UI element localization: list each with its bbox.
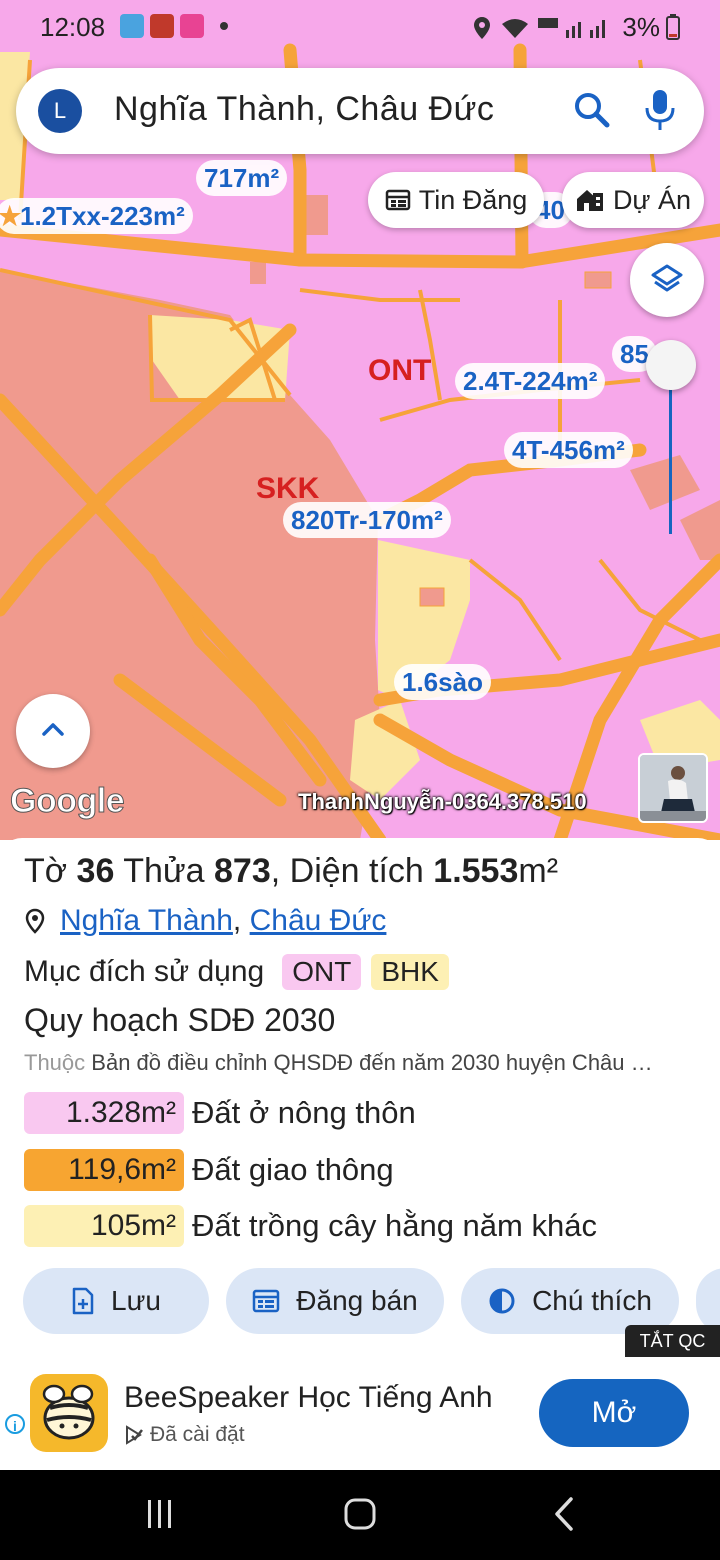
ad-app-name[interactable]: BeeSpeaker Học Tiếng Anh (124, 1381, 493, 1415)
map-view[interactable]: 12:08 3% L Nghĩa Thành, Châu Đức 717m² ★… (0, 0, 720, 840)
account-avatar[interactable]: L (38, 89, 82, 133)
projects-chip[interactable]: Dự Án (562, 172, 704, 228)
opacity-slider-handle[interactable] (646, 340, 696, 390)
layers-button[interactable] (630, 243, 704, 317)
layers-icon (651, 264, 683, 292)
battery-percent: 3% (622, 12, 660, 42)
watermark-text: ThanhNguyễn-0364.378.510 (298, 789, 587, 814)
building-icon (576, 190, 603, 211)
area-swatch: 119,6m² (24, 1149, 184, 1191)
parcel-label[interactable]: 2.4T-224m² (455, 363, 606, 399)
back-icon[interactable] (545, 1494, 585, 1534)
zone-label-skk: SKK (256, 472, 320, 505)
location-pin-icon (25, 908, 45, 934)
projects-chip-label: Dự Án (612, 184, 692, 215)
search-bar[interactable]: L Nghĩa Thành, Châu Đức (16, 68, 704, 154)
signal-icons (502, 18, 605, 38)
area-row: 105m² Đất trồng cây hằng năm khác (24, 1204, 597, 1248)
ad-banner[interactable]: i BeeSpeaker Học Tiếng Anh Đã cài đặt Mở (0, 1357, 720, 1470)
parcel-info-sheet: Tờ 36 Thửa 873, Diện tích 1.553m² Nghĩa … (0, 838, 720, 1358)
ad-open-button[interactable]: Mở (539, 1379, 689, 1447)
location-icon (474, 17, 490, 39)
expand-sheet-button[interactable] (16, 694, 90, 768)
save-button[interactable]: Lưu (23, 1268, 209, 1334)
zone-label-ont: ONT (368, 354, 432, 387)
status-bar: 12:08 3% (0, 0, 720, 52)
listings-chip-label: Tin Đăng (418, 184, 528, 215)
plot-number: 873 (214, 852, 271, 890)
more-notifications-dot-icon (220, 22, 228, 30)
installed-check-icon (126, 1425, 143, 1445)
contrast-icon (489, 1288, 515, 1314)
shopping-app-icon (180, 14, 204, 38)
bee-app-icon[interactable] (30, 1374, 108, 1452)
purpose-tag-bhk: BHK (371, 954, 449, 990)
plan-title: Quy hoạch SDĐ 2030 (24, 1002, 336, 1038)
sheet-number: 36 (76, 852, 115, 890)
news-app-icon (150, 14, 174, 38)
notification-icon (120, 14, 144, 38)
ad-installed-status: Đã cài đặt (124, 1423, 245, 1447)
area-swatch: 105m² (24, 1205, 184, 1247)
street-photo-thumbnail[interactable] (638, 753, 708, 823)
area-row: 1.328m² Đất ở nông thôn (24, 1091, 416, 1135)
add-document-icon (72, 1287, 94, 1315)
ad-info-icon[interactable]: i (5, 1414, 25, 1434)
parcel-label[interactable]: 1.6sào (394, 664, 491, 700)
area-row: 119,6m² Đất giao thông (24, 1148, 394, 1192)
area-swatch: 1.328m² (24, 1092, 184, 1134)
parcel-label[interactable]: ★ 1.2Txx-223m² (0, 198, 193, 234)
parcel-label[interactable]: 717m² (196, 160, 288, 196)
opacity-slider-track[interactable] (669, 370, 672, 534)
google-logo: Google (9, 782, 125, 821)
area-name: Đất trồng cây hằng năm khác (192, 1208, 597, 1243)
post-sale-button[interactable]: Đăng bán (226, 1268, 444, 1334)
microphone-icon[interactable] (644, 88, 676, 132)
chevron-up-icon (42, 723, 64, 736)
parcel-location: Nghĩa Thành, Châu Đức (24, 904, 386, 938)
listing-icon (253, 1289, 280, 1313)
search-icon[interactable] (572, 90, 612, 130)
star-icon: ★ (0, 201, 22, 231)
parcel-title: Tờ 36 Thửa 873, Diện tích 1.553m² (24, 852, 559, 890)
parcel-label[interactable]: 820Tr-170m² (283, 502, 451, 538)
listings-chip[interactable]: Tin Đăng (368, 172, 544, 228)
purpose-tag-ont: ONT (282, 954, 362, 990)
system-nav-bar (0, 1470, 720, 1560)
person-photo-icon (640, 755, 706, 821)
close-ads-button[interactable]: TẮT QC (625, 1325, 720, 1357)
recent-apps-icon[interactable] (140, 1494, 180, 1534)
home-icon[interactable] (340, 1494, 380, 1534)
land-use-purpose: Mục đích sử dụng ONT BHK (24, 954, 449, 990)
area-name: Đất ở nông thôn (192, 1095, 416, 1130)
plan-source: Thuộc Bản đồ điều chỉnh QHSDĐ đến năm 20… (24, 1050, 653, 1075)
status-time: 12:08 (40, 12, 106, 42)
parcel-label[interactable]: 4T-456m² (504, 432, 633, 468)
district-link[interactable]: Châu Đức (250, 904, 387, 938)
listings-icon (385, 189, 410, 211)
battery-icon (666, 14, 680, 40)
commune-link[interactable]: Nghĩa Thành (60, 904, 233, 938)
search-query[interactable]: Nghĩa Thành, Châu Đức (114, 90, 494, 129)
area-name: Đất giao thông (192, 1152, 394, 1187)
area-value: 1.553 (433, 852, 519, 890)
